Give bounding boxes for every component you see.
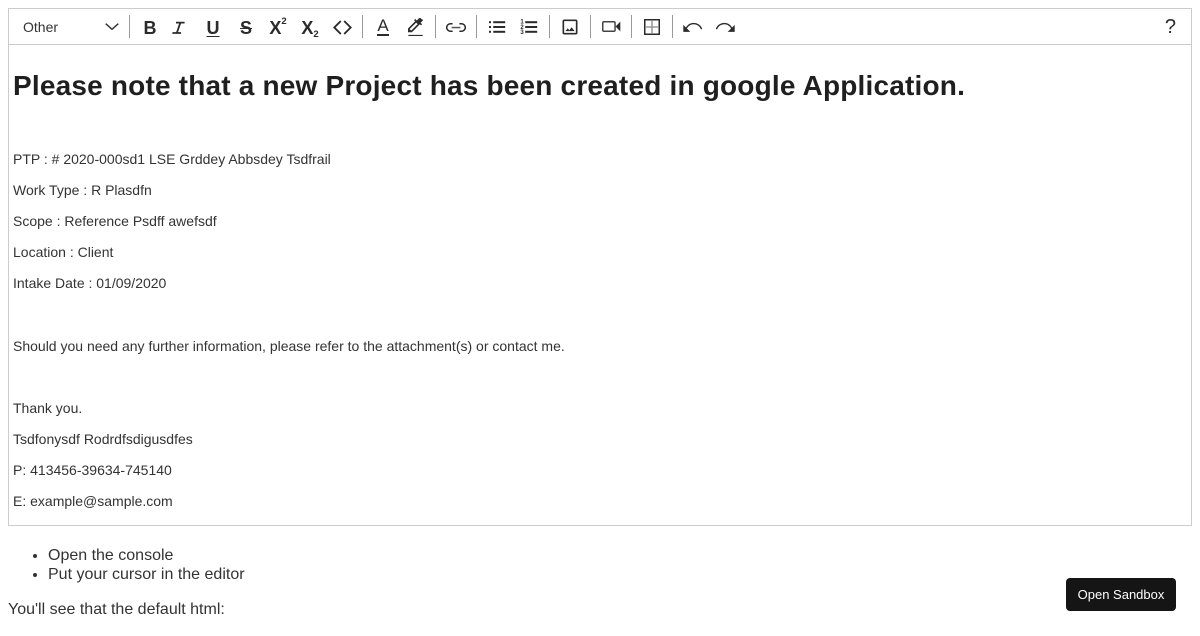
svg-text:3: 3	[520, 30, 524, 36]
